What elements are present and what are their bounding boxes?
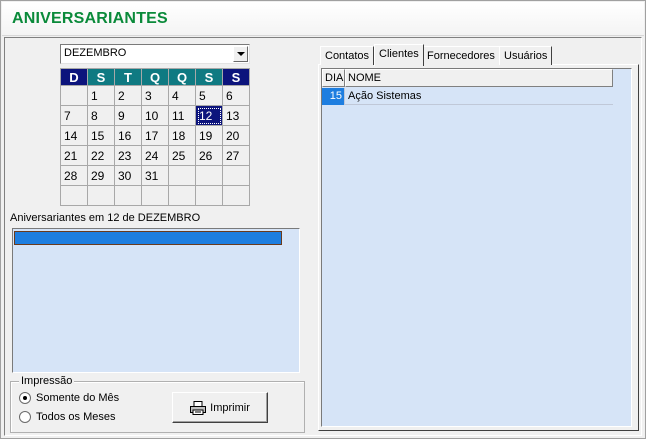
calendar-day[interactable]: 17 <box>141 125 169 146</box>
weekday-header: S <box>195 68 223 86</box>
calendar-day[interactable]: 15 <box>87 125 115 146</box>
calendar-day[interactable]: 29 <box>87 165 115 186</box>
calendar-day[interactable]: 30 <box>114 165 142 186</box>
weekday-header: T <box>114 68 142 86</box>
print-button[interactable]: Imprimir <box>172 392 268 423</box>
calendar-week-row <box>60 185 250 206</box>
radio-current-month[interactable]: Somente do Mês <box>19 391 119 405</box>
calendar-day[interactable]: 10 <box>141 105 169 126</box>
calendar-day[interactable]: 5 <box>195 85 223 106</box>
calendar-day[interactable]: 16 <box>114 125 142 146</box>
calendar-empty-cell <box>168 185 196 206</box>
cell-dia[interactable]: 15 <box>322 88 345 105</box>
calendar-day[interactable]: 3 <box>141 85 169 106</box>
tab-usuarios[interactable]: Usuários <box>499 46 553 65</box>
column-header-dia[interactable]: DIA <box>322 69 345 87</box>
calendar-day[interactable]: 9 <box>114 105 142 126</box>
window-title: ANIVERSARIANTES <box>12 10 168 27</box>
radio-unchecked-icon[interactable] <box>19 411 31 423</box>
calendar-week-row: 7 8 9 10 11 12 13 <box>60 105 250 126</box>
calendar-day[interactable]: 28 <box>60 165 88 186</box>
birthday-list[interactable] <box>12 228 300 373</box>
print-group-legend: Impressão <box>19 375 75 387</box>
birthday-list-label: Aniversariantes em 12 de DEZEMBRO <box>10 212 201 224</box>
calendar-day[interactable]: 26 <box>195 145 223 166</box>
calendar-day[interactable]: 19 <box>195 125 223 146</box>
calendar-day[interactable]: 22 <box>87 145 115 166</box>
chevron-down-icon[interactable] <box>233 46 248 62</box>
calendar-day[interactable]: 12 <box>195 105 223 126</box>
cell-nome[interactable]: Ação Sistemas <box>345 88 613 105</box>
calendar-day[interactable]: 27 <box>222 145 250 166</box>
calendar-day[interactable]: 23 <box>114 145 142 166</box>
calendar-day[interactable]: 24 <box>141 145 169 166</box>
clients-grid[interactable]: DIA NOME 15 Ação Sistemas <box>321 68 632 427</box>
table-row[interactable]: 15 Ação Sistemas <box>322 88 613 105</box>
weekday-header: Q <box>168 68 196 86</box>
calendar-day[interactable]: 4 <box>168 85 196 106</box>
calendar-empty-cell <box>60 85 88 106</box>
radio-checked-icon[interactable] <box>19 392 31 404</box>
printer-icon <box>190 400 207 415</box>
calendar-day[interactable]: 2 <box>114 85 142 106</box>
tab-fornecedores[interactable]: Fornecedores <box>422 46 500 65</box>
calendar-day[interactable]: 1 <box>87 85 115 106</box>
calendar-day[interactable]: 20 <box>222 125 250 146</box>
list-selected-row[interactable] <box>14 231 282 245</box>
calendar-day[interactable]: 7 <box>60 105 88 126</box>
calendar-day[interactable]: 11 <box>168 105 196 126</box>
calendar-weekday-row: D S T Q Q S S <box>60 68 250 86</box>
aniversariantes-window: ANIVERSARIANTES DEZEMBRO D S T Q Q S S 1… <box>0 0 646 439</box>
tab-contatos[interactable]: Contatos <box>320 46 375 65</box>
calendar-empty-cell <box>195 165 223 186</box>
calendar-empty-cell <box>195 185 223 206</box>
weekday-header: S <box>87 68 115 86</box>
calendar-empty-cell <box>87 185 115 206</box>
calendar-day[interactable]: 6 <box>222 85 250 106</box>
print-group: Impressão Somente do Mês Todos os Meses … <box>10 375 305 433</box>
radio-label: Somente do Mês <box>36 392 120 404</box>
calendar-day[interactable]: 21 <box>60 145 88 166</box>
calendar-day[interactable]: 14 <box>60 125 88 146</box>
calendar-week-row: 123456 <box>60 85 250 106</box>
calendar-empty-cell <box>114 185 142 206</box>
weekday-header: D <box>60 68 88 86</box>
calendar-day[interactable]: 13 <box>222 105 250 126</box>
month-select[interactable]: DEZEMBRO <box>60 44 250 64</box>
tab-clientes[interactable]: Clientes <box>374 44 424 66</box>
calendar-week-row: 28 29 30 31 <box>60 165 250 186</box>
calendar: D S T Q Q S S 1 2 3 4 5 6 7 8 9 10 11 12 13 14 15 16 17 1… <box>60 68 250 206</box>
grid-header: DIA NOME <box>322 69 613 87</box>
month-select-value: DEZEMBRO <box>64 47 127 59</box>
calendar-empty-cell <box>222 185 250 206</box>
calendar-empty-cell <box>222 165 250 186</box>
calendar-week-row: 21 22 23 24 25 26 27 <box>60 145 250 166</box>
calendar-empty-cell <box>168 165 196 186</box>
radio-label: Todos os Meses <box>36 411 116 423</box>
weekday-header: S <box>222 68 250 86</box>
calendar-week-row: 14 15 16 17 18 19 20 <box>60 125 250 146</box>
column-header-nome[interactable]: NOME <box>345 69 613 87</box>
calendar-empty-cell <box>141 185 169 206</box>
weekday-header: Q <box>141 68 169 86</box>
print-button-label: Imprimir <box>210 401 250 414</box>
calendar-day[interactable]: 18 <box>168 125 196 146</box>
title-bar: ANIVERSARIANTES <box>2 2 644 36</box>
calendar-day[interactable]: 25 <box>168 145 196 166</box>
calendar-day[interactable]: 8 <box>87 105 115 126</box>
calendar-day[interactable]: 31 <box>141 165 169 186</box>
radio-all-months[interactable]: Todos os Meses <box>19 410 115 424</box>
calendar-empty-cell <box>60 185 88 206</box>
